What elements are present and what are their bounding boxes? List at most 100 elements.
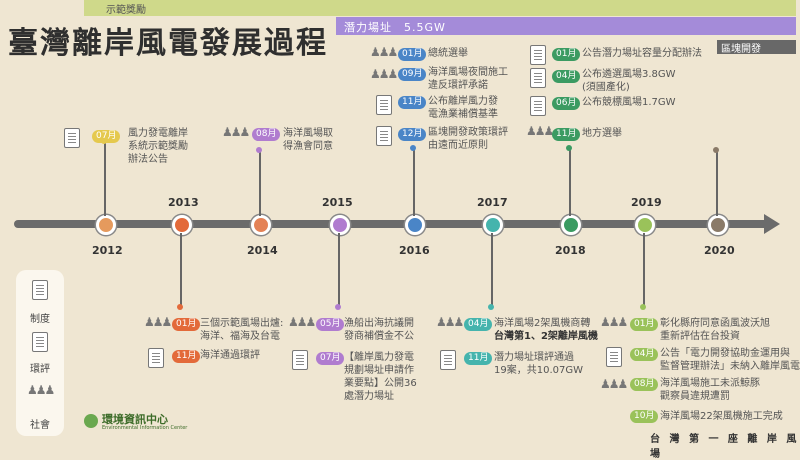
year-label-2015: 2015	[322, 196, 353, 209]
document-icon	[530, 96, 546, 116]
crowd-icon	[27, 383, 53, 402]
event-text: 彰化縣府同意函風波沃旭 重新評估在台投資	[660, 318, 770, 342]
event-text: 公布遴選風場3.8GW (須國產化)	[582, 69, 676, 93]
year-label-2018: 2018	[555, 244, 586, 257]
connector-dot	[410, 145, 416, 151]
node-2019	[635, 215, 655, 235]
logo-subtitle: Environmental Information Center	[102, 425, 188, 431]
event-text: 海洋風場22架風機施工完成	[660, 411, 783, 422]
month-pill: 05月	[316, 318, 345, 331]
month-pill: 11月	[172, 350, 201, 363]
legend-society: 社會	[30, 420, 50, 431]
node-2012	[96, 215, 116, 235]
node-2020	[708, 215, 728, 235]
connector-dot	[566, 145, 572, 151]
event-text: 地方選舉	[582, 128, 622, 139]
connector-dot	[256, 147, 262, 153]
event-text: 公告潛力場址容量分配辦法	[582, 48, 702, 59]
month-pill: 09月	[398, 68, 427, 81]
crowd-icon	[370, 45, 396, 64]
event-text: 海洋風場取 得漁會同意	[283, 128, 333, 152]
demo-award-band: 示範獎勵	[84, 0, 796, 16]
year-label-2016: 2016	[399, 244, 430, 257]
node-2013	[172, 215, 192, 235]
node-2016	[405, 215, 425, 235]
node-2015	[330, 215, 350, 235]
document-icon	[440, 350, 456, 370]
event-text: 潛力場址環評通過 19案，共10.07GW	[494, 352, 583, 376]
crowd-icon	[600, 315, 626, 334]
month-pill: 11月	[552, 128, 581, 141]
event-text: 公布離岸風力發 電漁業補償基準	[428, 96, 498, 120]
month-pill: 06月	[552, 97, 581, 110]
year-label-2019: 2019	[631, 196, 662, 209]
crowd-icon	[370, 67, 396, 86]
event-text: 海洋風場2架風機商轉 台灣第1、2架離岸風機	[494, 318, 598, 342]
page-title: 臺灣離岸風電發展過程	[8, 26, 328, 61]
node-2014	[251, 215, 271, 235]
connector-2015	[338, 233, 340, 307]
document-icon	[606, 347, 622, 367]
potential-sites-band: 潛力場址 5.5GW	[336, 17, 796, 35]
month-pill: 07月	[92, 130, 121, 143]
event-text: 海洋通過環評	[200, 350, 260, 361]
document-icon	[64, 128, 80, 148]
block-dev-label: 區塊開發	[721, 44, 761, 55]
demo-award-label: 示範獎勵	[106, 5, 146, 16]
event-text: 漁船出海抗議開 發商補償金不公	[344, 318, 414, 342]
connector-2020	[716, 150, 718, 216]
document-icon	[376, 126, 392, 146]
connector-2014	[259, 150, 261, 216]
event-text: 海洋風場夜間施工 違反環評承諾	[428, 67, 508, 91]
connector-2018	[569, 148, 571, 216]
connector-2016	[413, 148, 415, 216]
timeline-axis	[14, 220, 774, 228]
document-icon	[530, 45, 546, 65]
connector-2012	[104, 140, 106, 216]
connector-dot	[488, 304, 494, 310]
legend-env: 環評	[30, 364, 50, 375]
event-text: 海洋風場施工未派鯨豚 觀察員違規遭罰	[660, 378, 760, 402]
month-pill: 01月	[172, 318, 201, 331]
block-dev-band: 區塊開發	[717, 40, 796, 55]
event-text: 風力發電離岸 系統示範獎勵 辦法公告	[128, 128, 188, 165]
event-text: 三個示範風場出爐: 海洋、福海及台電	[200, 318, 284, 342]
month-pill: 10月	[630, 410, 659, 423]
month-pill: 04月	[630, 348, 659, 361]
event-text: 公告「電力開發協助金運用與 監督管理辦法」未納入離岸風電	[660, 348, 800, 372]
timeline-arrow-icon	[764, 214, 780, 234]
month-pill: 07月	[316, 352, 345, 365]
crowd-icon	[600, 377, 626, 396]
document-icon	[32, 332, 48, 352]
document-icon	[292, 350, 308, 370]
month-pill: 12月	[398, 128, 427, 141]
crowd-icon	[222, 125, 248, 144]
crowd-icon	[436, 315, 462, 334]
potential-sites-label: 潛力場址 5.5GW	[344, 21, 446, 34]
document-icon	[148, 348, 164, 368]
month-pill: 04月	[464, 318, 493, 331]
connector-2013	[180, 233, 182, 307]
year-label-2017: 2017	[477, 196, 508, 209]
connector-dot	[177, 304, 183, 310]
year-label-2014: 2014	[247, 244, 278, 257]
first-wind-farm-note: 台 灣 第 一 座 離 岸 風 場	[650, 434, 800, 460]
document-icon	[376, 95, 392, 115]
node-2018	[561, 215, 581, 235]
month-pill: 11月	[398, 96, 427, 109]
year-label-2013: 2013	[168, 196, 199, 209]
connector-2019	[643, 233, 645, 307]
event-text: 公布競標風場1.7GW	[582, 97, 676, 108]
document-icon	[32, 280, 48, 300]
month-pill: 01月	[398, 48, 427, 61]
year-label-2020: 2020	[704, 244, 735, 257]
document-icon	[530, 68, 546, 88]
event-text: 總統選舉	[428, 48, 468, 59]
crowd-icon	[288, 315, 314, 334]
connector-dot	[640, 304, 646, 310]
event-text: 區塊開發政策環評 由遠而近原則	[428, 127, 508, 151]
month-pill: 01月	[552, 48, 581, 61]
connector-dot	[713, 147, 719, 153]
month-pill: 08月	[252, 128, 281, 141]
eic-logo-icon	[84, 414, 98, 428]
